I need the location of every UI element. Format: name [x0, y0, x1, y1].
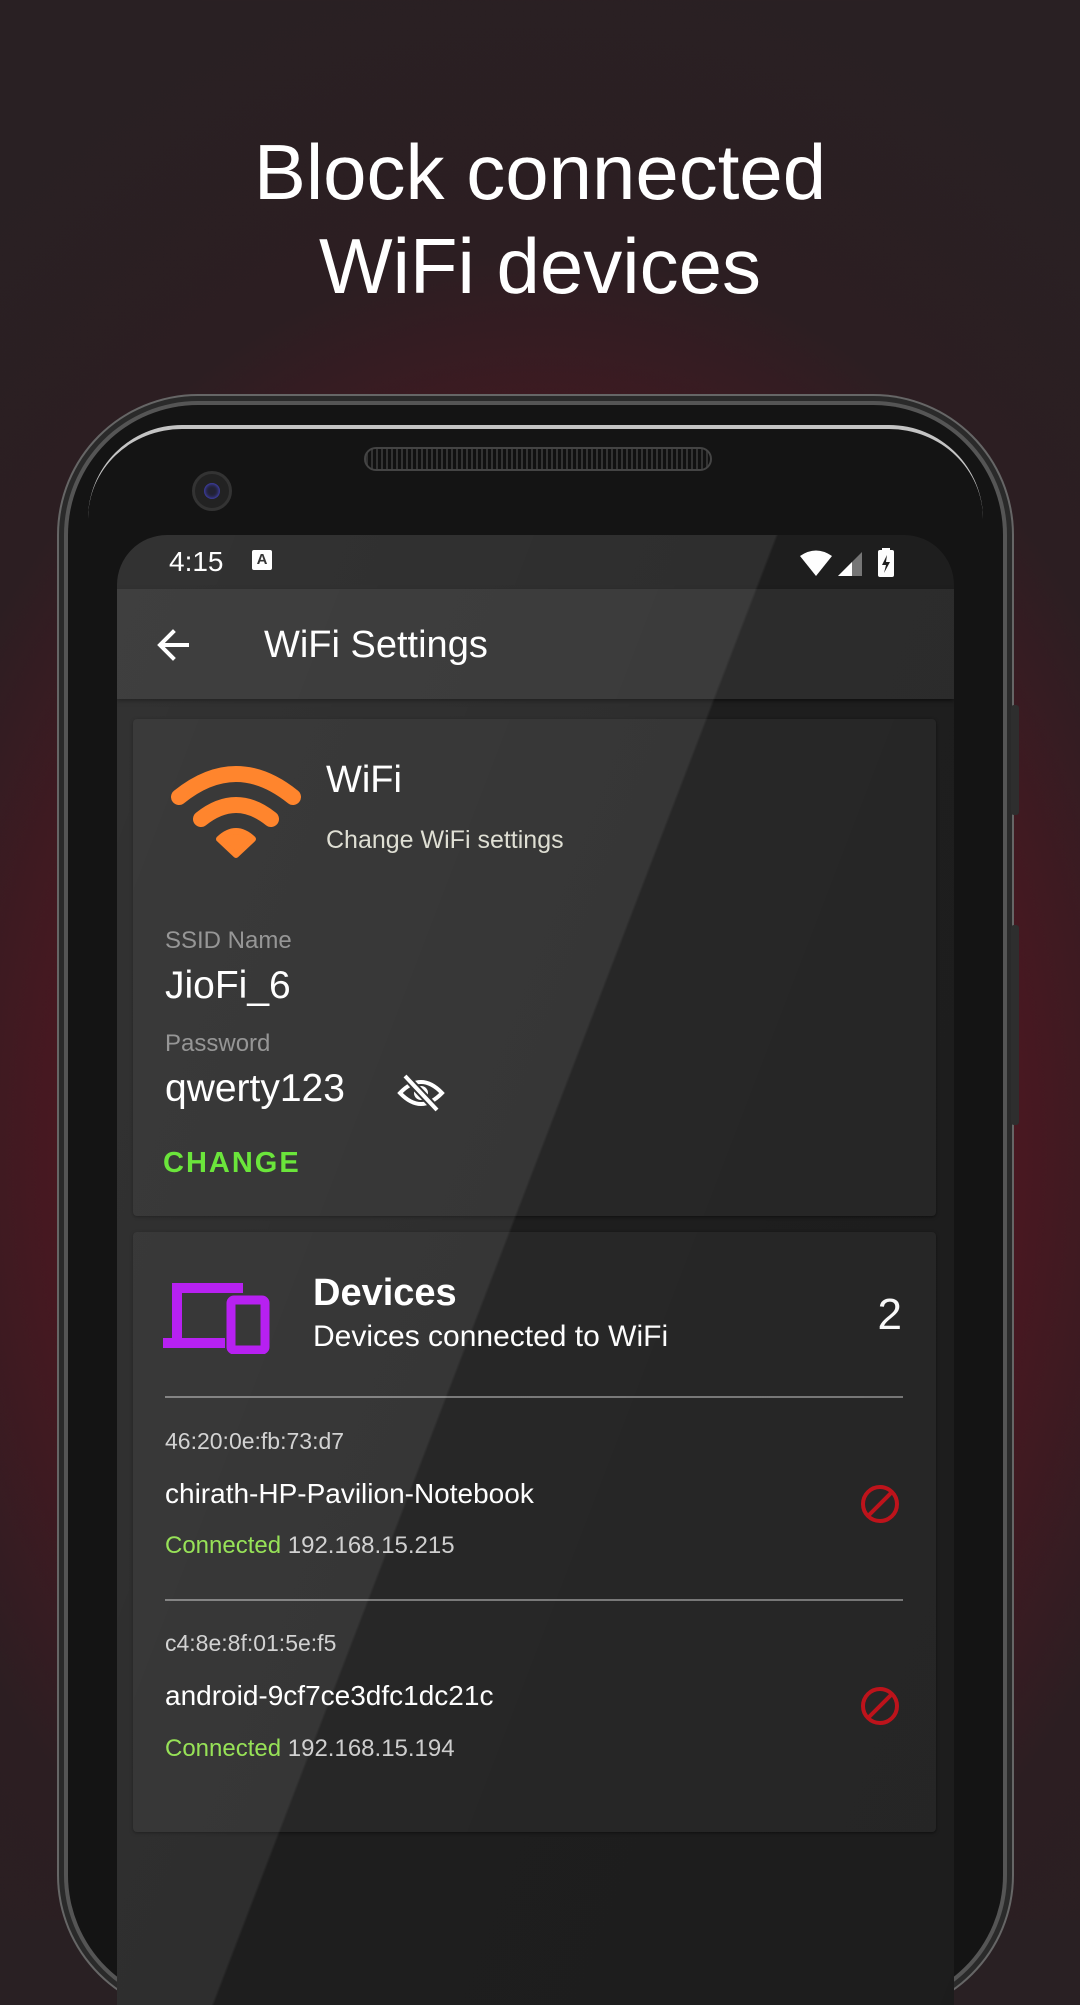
- headline-line-2: WiFi devices: [318, 222, 762, 310]
- device-ip: 192.168.15.194: [287, 1735, 455, 1762]
- status-time: 4:15: [169, 546, 224, 577]
- promo-headline: Block connected WiFi devices: [0, 125, 1080, 313]
- devices-card-title: Devices: [313, 1272, 457, 1314]
- phone-side-button-top: [1011, 705, 1019, 815]
- wifi-card-title: WiFi: [326, 759, 402, 801]
- phone-frame: 4:15 A WiFi Settings WiFi Change WiFi se…: [68, 405, 1019, 2005]
- app-bar: WiFi Settings: [117, 589, 954, 699]
- wifi-icon: [800, 550, 832, 576]
- phone-screen: 4:15 A WiFi Settings WiFi Change WiFi se…: [117, 535, 954, 2005]
- block-icon[interactable]: [859, 1685, 901, 1732]
- device-mac: 46:20:0e:fb:73:d7: [165, 1428, 345, 1454]
- notification-a-icon: A: [252, 550, 272, 570]
- front-camera: [192, 471, 232, 511]
- phone-side-button-volume: [1011, 925, 1019, 1125]
- wifi-card-subtitle: Change WiFi settings: [326, 826, 564, 854]
- device-name: chirath-HP-Pavilion-Notebook: [165, 1478, 534, 1509]
- password-label: Password: [165, 1030, 271, 1057]
- status-bar: 4:15 A: [117, 535, 954, 589]
- arrow-left-icon[interactable]: [153, 625, 193, 670]
- connected-label: Connected: [165, 1532, 282, 1559]
- wifi-settings-card: WiFi Change WiFi settings SSID Name JioF…: [133, 719, 936, 1216]
- wifi-icon: [171, 759, 301, 864]
- devices-card: Devices Devices connected to WiFi 2 46:2…: [133, 1232, 936, 1832]
- ssid-value: JioFi_6: [165, 964, 291, 1007]
- device-mac: c4:8e:8f:01:5e:f5: [165, 1630, 337, 1656]
- eye-off-icon[interactable]: [397, 1073, 445, 1118]
- devices-card-subtitle: Devices connected to WiFi: [313, 1320, 669, 1353]
- headline-line-1: Block connected: [253, 128, 827, 216]
- battery-charging-icon: [878, 548, 894, 577]
- earpiece-speaker: [364, 447, 712, 471]
- status-icons: [798, 548, 904, 585]
- device-ip: 192.168.15.215: [287, 1532, 455, 1559]
- device-status: Connected 192.168.15.215: [165, 1532, 455, 1560]
- ssid-label: SSID Name: [165, 927, 292, 954]
- change-button[interactable]: CHANGE: [159, 1143, 305, 1184]
- password-value: qwerty123: [165, 1067, 345, 1110]
- device-name: android-9cf7ce3dfc1dc21c: [165, 1680, 494, 1711]
- devices-icon: [163, 1280, 273, 1359]
- divider: [165, 1396, 903, 1398]
- connected-label: Connected: [165, 1735, 282, 1762]
- device-status: Connected 192.168.15.194: [165, 1735, 455, 1763]
- devices-count: 2: [877, 1290, 902, 1339]
- divider: [165, 1599, 903, 1601]
- block-icon[interactable]: [859, 1483, 901, 1530]
- cell-signal-icon: [838, 552, 862, 576]
- app-bar-title: WiFi Settings: [264, 624, 488, 666]
